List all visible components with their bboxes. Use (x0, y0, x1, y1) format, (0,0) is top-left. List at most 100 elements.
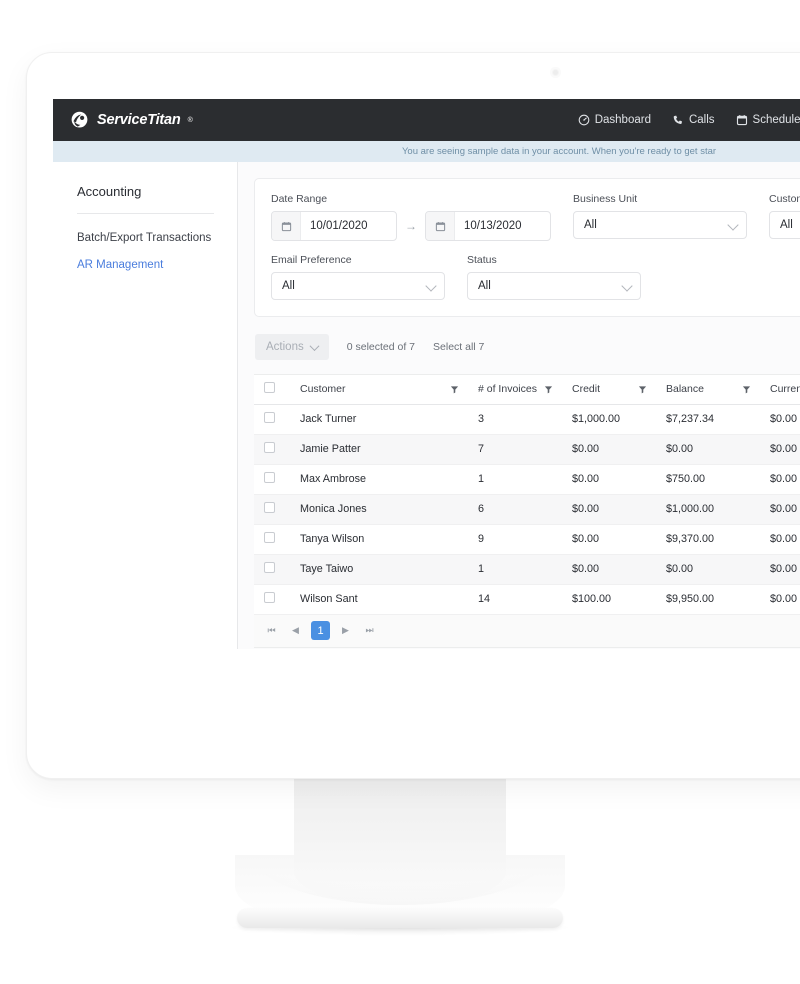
chevron-down-icon (425, 280, 437, 292)
cell-balance: $7,237.34 (656, 404, 760, 435)
cell-current: $0.00 (760, 584, 800, 615)
cell-balance: $1,000.00 (656, 494, 760, 525)
header-customer[interactable]: Customer (290, 375, 468, 405)
row-checkbox[interactable] (264, 502, 275, 513)
monitor-stand-base (237, 908, 563, 928)
date-range-label: Date Range (271, 193, 328, 205)
nav-item-schedule[interactable]: Schedule (736, 114, 800, 126)
filter-row-top: Date Range 10/01/2020 → 10/13/2020 Busin… (271, 193, 800, 241)
calendar-icon (272, 212, 301, 240)
header-current[interactable]: Current (760, 375, 800, 405)
status-field: Status All (467, 254, 641, 300)
pagination-next-button[interactable]: ▶ (337, 622, 354, 639)
sample-data-banner-text: You are seeing sample data in your accou… (401, 146, 717, 157)
dashboard-icon (578, 114, 590, 126)
row-checkbox[interactable] (264, 532, 275, 543)
business-unit-select[interactable]: All (573, 211, 747, 239)
header-credit-label: Credit (572, 383, 601, 396)
select-all-link[interactable]: Select all 7 (433, 341, 484, 353)
table-header-row: Customer # of Invoices Credit Balance Cu… (254, 375, 800, 405)
header-credit[interactable]: Credit (562, 375, 656, 405)
row-checkbox[interactable] (264, 442, 275, 453)
table-row[interactable]: Jamie Patter 7 $0.00 $0.00 $0.00 (254, 434, 800, 465)
row-checkbox-cell (254, 494, 290, 525)
business-unit-label: Business Unit (573, 193, 638, 205)
actions-button[interactable]: Actions (255, 334, 329, 360)
table-row[interactable]: Jack Turner 3 $1,000.00 $7,237.34 $0.00 (254, 404, 800, 435)
date-end-input[interactable]: 10/13/2020 (425, 211, 551, 241)
brand-trademark: ® (187, 116, 193, 124)
funnel-icon[interactable] (450, 385, 459, 394)
app-body: Accounting Batch/Export Transactions AR … (53, 162, 800, 649)
funnel-icon[interactable] (742, 385, 751, 394)
email-preference-label: Email Preference (271, 254, 352, 266)
status-select[interactable]: All (467, 272, 641, 300)
table-row[interactable]: Max Ambrose 1 $0.00 $750.00 $0.00 (254, 464, 800, 495)
actions-button-label: Actions (266, 341, 304, 353)
header-balance[interactable]: Balance (656, 375, 760, 405)
brand-logo-group[interactable]: ServiceTitan ® (69, 110, 193, 131)
pagination-first-button[interactable]: ⏮ (263, 622, 280, 639)
cell-balance: $750.00 (656, 464, 760, 495)
cell-customer: Taye Taiwo (290, 554, 468, 585)
actions-bar: Actions 0 selected of 7 Select all 7 (254, 334, 800, 360)
select-all-checkbox[interactable] (264, 382, 275, 394)
cell-credit: $1,000.00 (562, 404, 656, 435)
business-unit-value: All (584, 219, 597, 231)
row-checkbox-cell (254, 464, 290, 495)
monitor-stand-neck (248, 775, 552, 905)
row-checkbox[interactable] (264, 562, 275, 573)
date-start-input[interactable]: 10/01/2020 (271, 211, 397, 241)
sidebar-item-ar-management[interactable]: AR Management (77, 259, 237, 271)
cell-balance: $9,950.00 (656, 584, 760, 615)
sidebar: Accounting Batch/Export Transactions AR … (53, 162, 238, 649)
table-row[interactable]: Wilson Sant 14 $100.00 $9,950.00 $0.00 (254, 584, 800, 615)
cell-customer: Max Ambrose (290, 464, 468, 495)
header-select-all-cell (254, 375, 290, 405)
date-end-value: 10/13/2020 (464, 220, 522, 232)
filter-row-bottom: Email Preference All Status All (271, 254, 800, 300)
cell-balance: $0.00 (656, 434, 760, 465)
content-area: Date Range 10/01/2020 → 10/13/2020 Busin… (238, 162, 800, 649)
nav-item-calls[interactable]: Calls (672, 114, 715, 126)
cell-invoices: 7 (468, 434, 562, 465)
cell-current: $0.00 (760, 434, 800, 465)
app-screenshot: ServiceTitan ® Dashboard Calls Schedule … (53, 99, 800, 649)
email-preference-select[interactable]: All (271, 272, 445, 300)
cell-customer: Jack Turner (290, 404, 468, 435)
cell-invoices: 14 (468, 584, 562, 615)
funnel-icon[interactable] (544, 385, 553, 394)
webcam-icon (550, 67, 561, 78)
customer-type-select[interactable]: All (769, 211, 800, 239)
cell-customer: Tanya Wilson (290, 524, 468, 555)
table-row[interactable]: Tanya Wilson 9 $0.00 $9,370.00 $0.00 (254, 524, 800, 555)
row-checkbox[interactable] (264, 472, 275, 483)
cell-balance: $9,370.00 (656, 524, 760, 555)
pagination-prev-button[interactable]: ◀ (287, 622, 304, 639)
cell-current: $0.00 (760, 464, 800, 495)
funnel-icon[interactable] (638, 385, 647, 394)
header-invoices[interactable]: # of Invoices (468, 375, 562, 405)
table-row[interactable]: Taye Taiwo 1 $0.00 $0.00 $0.00 (254, 554, 800, 585)
row-checkbox[interactable] (264, 412, 275, 423)
nav-item-dashboard[interactable]: Dashboard (578, 114, 651, 126)
ar-table: Customer # of Invoices Credit Balance Cu… (254, 374, 800, 648)
customer-type-label: Customer Type (769, 193, 800, 205)
cell-current: $0.00 (760, 494, 800, 525)
row-checkbox[interactable] (264, 592, 275, 603)
business-unit-field: Business Unit All (573, 193, 747, 241)
table-row[interactable]: Monica Jones 6 $0.00 $1,000.00 $0.00 (254, 494, 800, 525)
customer-type-field: Customer Type All (769, 193, 800, 241)
sidebar-item-batch-export-transactions[interactable]: Batch/Export Transactions (77, 232, 237, 244)
cell-credit: $100.00 (562, 584, 656, 615)
cell-invoices: 6 (468, 494, 562, 525)
nav-item-label: Schedule (752, 114, 800, 126)
cell-credit: $0.00 (562, 464, 656, 495)
date-start-value: 10/01/2020 (310, 220, 368, 232)
pagination-page-1[interactable]: 1 (311, 621, 330, 640)
date-range-group: 10/01/2020 → 10/13/2020 (271, 211, 551, 241)
row-checkbox-cell (254, 404, 290, 435)
cell-invoices: 9 (468, 524, 562, 555)
pagination-last-button[interactable]: ⏭ (361, 622, 378, 639)
sidebar-divider (77, 213, 214, 214)
